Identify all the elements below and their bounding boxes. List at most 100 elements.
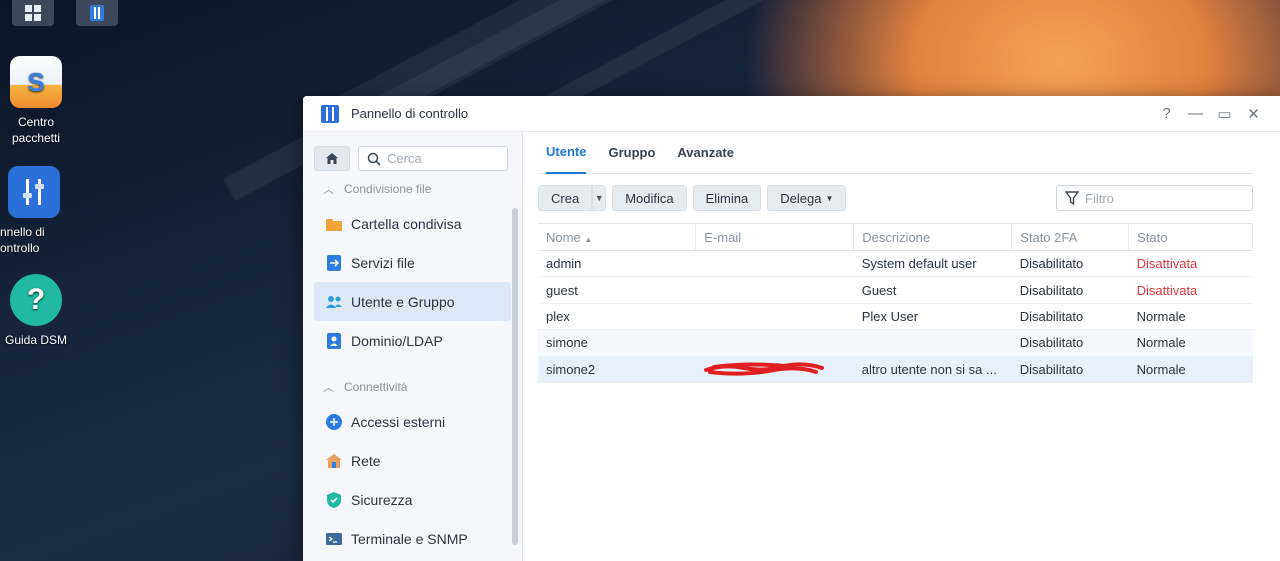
- edit-button[interactable]: Modifica: [612, 185, 687, 211]
- grid-icon: [25, 5, 41, 21]
- caret-down-icon: ▼: [825, 193, 834, 203]
- home-button[interactable]: [314, 146, 350, 171]
- tab-group[interactable]: Gruppo: [608, 132, 655, 174]
- delegate-label: Delega: [780, 190, 822, 206]
- sidebar-item-network[interactable]: Rete: [314, 441, 511, 480]
- sidebar-item-label: Accessi esterni: [351, 413, 446, 430]
- column-header-description[interactable]: Descrizione: [853, 223, 1013, 251]
- network-icon: [325, 452, 343, 470]
- column-header-email[interactable]: E-mail: [695, 223, 855, 251]
- tab-user[interactable]: Utente: [546, 132, 587, 174]
- sidebar-item-shared-folder[interactable]: Cartella condivisa: [314, 204, 511, 243]
- close-button[interactable]: ✕: [1239, 96, 1268, 132]
- sidebar-item-label: Rete: [351, 452, 381, 469]
- section-file-sharing[interactable]: ︿ Condivisione file: [303, 174, 522, 204]
- column-header-name[interactable]: Nome ▲: [538, 223, 697, 251]
- sidebar-item-user-group[interactable]: Utente e Gruppo: [314, 282, 511, 321]
- sidebar-item-label: Dominio/LDAP: [351, 332, 443, 349]
- desktop-icon-label: Centro pacchetti: [11, 115, 61, 145]
- cell-name: plex: [538, 303, 696, 331]
- sidebar-item-label: Sicurezza: [351, 491, 413, 508]
- desktop-icon-label: nnello di controllo: [0, 225, 45, 255]
- help-button[interactable]: ?: [1152, 96, 1181, 132]
- desktop-icon-package-center[interactable]: S Centro pacchetti: [0, 56, 72, 146]
- terminal-icon: [325, 530, 343, 548]
- maximize-button[interactable]: ▭: [1210, 96, 1239, 132]
- cell-description: Plex User: [853, 303, 1012, 331]
- tab-advanced[interactable]: Avanzate: [677, 132, 734, 174]
- cell-description: Guest: [853, 276, 1012, 304]
- cell-description: System default user: [853, 250, 1012, 278]
- main-menu-button[interactable]: [12, 0, 54, 26]
- sidebar: Cerca ︿ Condivisione file Cartella condi…: [303, 132, 523, 561]
- table-row[interactable]: admin System default user Disabilitato D…: [538, 250, 1253, 278]
- minimize-button[interactable]: —: [1181, 96, 1210, 132]
- create-button[interactable]: Crea: [538, 185, 593, 211]
- cell-2fa: Disabilitato: [1011, 329, 1129, 357]
- filter-icon: [1065, 191, 1079, 205]
- package-center-icon: S: [10, 56, 62, 108]
- cell-description: [853, 329, 1012, 357]
- cell-email: [695, 356, 854, 383]
- help-icon: ?: [10, 274, 62, 326]
- window-titlebar[interactable]: Pannello di controllo ? — ▭ ✕: [303, 96, 1280, 132]
- sidebar-item-label: Servizi file: [351, 254, 415, 271]
- cell-name: guest: [538, 276, 696, 304]
- delete-button[interactable]: Elimina: [692, 185, 762, 211]
- cell-2fa: Disabilitato: [1011, 250, 1129, 278]
- caret-down-icon: ▼: [594, 193, 604, 203]
- cell-2fa: Disabilitato: [1011, 356, 1129, 383]
- shield-icon: [325, 491, 343, 509]
- filter-input[interactable]: Filtro: [1056, 185, 1253, 211]
- cell-status: Normale: [1128, 329, 1253, 357]
- sidebar-item-external-access[interactable]: Accessi esterni: [314, 402, 511, 441]
- control-panel-window: Pannello di controllo ? — ▭ ✕ Cerca ︿ Co…: [303, 96, 1280, 561]
- sidebar-item-file-services[interactable]: Servizi file: [314, 243, 511, 282]
- sidebar-scrollbar[interactable]: [512, 208, 518, 545]
- section-connectivity[interactable]: ︿ Connettività: [303, 372, 522, 402]
- users-table: Nome ▲ E-mail Descrizione Stato 2FA Stat…: [538, 223, 1253, 383]
- domain-icon: [325, 332, 343, 350]
- cell-status: Disattivata: [1128, 250, 1253, 278]
- desktop-icon-dsm-help[interactable]: ? Guida DSM: [0, 274, 72, 348]
- filter-placeholder: Filtro: [1085, 190, 1114, 206]
- create-dropdown-button[interactable]: ▼: [592, 185, 607, 211]
- cell-email: [695, 250, 854, 278]
- sidebar-item-security[interactable]: Sicurezza: [314, 480, 511, 519]
- table-row[interactable]: simone Disabilitato Normale: [538, 329, 1253, 357]
- home-icon: [326, 153, 338, 164]
- section-label: Connettività: [344, 380, 408, 394]
- cell-email: [695, 276, 854, 304]
- desktop-icon-label: Guida DSM: [4, 333, 68, 347]
- control-panel-icon: [8, 166, 60, 218]
- sidebar-item-domain-ldap[interactable]: Dominio/LDAP: [314, 321, 511, 360]
- cell-2fa: Disabilitato: [1011, 276, 1129, 304]
- desktop-icon-control-panel[interactable]: nnello di controllo: [0, 166, 90, 256]
- main-panel: Utente Gruppo Avanzate Crea ▼ Modifica E…: [538, 132, 1253, 383]
- folder-icon: [325, 215, 343, 233]
- table-row[interactable]: simone2 altro utente non si sa ... Disab…: [538, 356, 1253, 383]
- table-row[interactable]: guest Guest Disabilitato Disattivata: [538, 276, 1253, 304]
- tab-bar: Utente Gruppo Avanzate: [538, 132, 1253, 174]
- cell-status: Disattivata: [1128, 276, 1253, 304]
- file-services-icon: [325, 254, 343, 272]
- sidebar-item-label: Cartella condivisa: [351, 215, 462, 232]
- cell-email: [695, 329, 854, 357]
- delegate-button[interactable]: Delega ▼: [767, 185, 847, 211]
- control-panel-icon: [321, 104, 339, 123]
- taskbar-control-panel-button[interactable]: [76, 0, 118, 26]
- search-icon: [367, 152, 381, 166]
- redaction-scribble: [703, 362, 824, 376]
- column-header-2fa-status[interactable]: Stato 2FA: [1011, 223, 1130, 251]
- users-icon: [325, 293, 343, 311]
- sidebar-item-label: Terminale e SNMP: [351, 530, 468, 547]
- sort-asc-icon: ▲: [584, 234, 593, 244]
- table-row[interactable]: plex Plex User Disabilitato Normale: [538, 303, 1253, 331]
- sidebar-search-input[interactable]: Cerca: [358, 146, 508, 171]
- window-title: Pannello di controllo: [351, 106, 469, 121]
- cell-description: altro utente non si sa ...: [853, 356, 1012, 383]
- cell-email: [695, 303, 854, 331]
- sidebar-item-terminal-snmp[interactable]: Terminale e SNMP: [314, 519, 511, 558]
- column-header-status[interactable]: Stato: [1128, 223, 1253, 251]
- cell-name: simone2: [538, 356, 696, 383]
